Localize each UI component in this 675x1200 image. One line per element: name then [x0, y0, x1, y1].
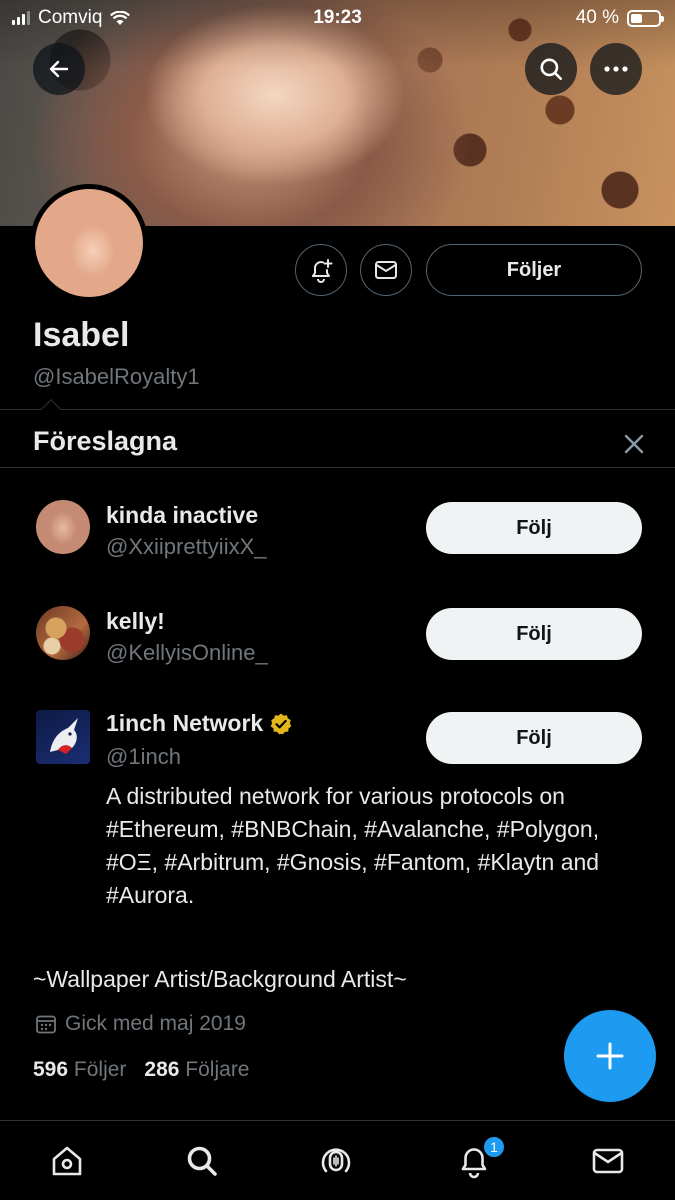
battery-icon: [627, 9, 664, 27]
spaces-microphone-icon: [321, 1148, 351, 1173]
following-label: Följer: [73, 1058, 127, 1081]
follow-button[interactable]: Följ: [426, 712, 642, 764]
suggestion-avatar[interactable]: [36, 606, 90, 660]
suggestion-bio: A distributed network for various protoc…: [106, 783, 600, 908]
joined-date: Gick med maj 2019: [35, 1012, 246, 1036]
close-icon[interactable]: [620, 430, 648, 458]
suggestion-caret: [41, 399, 61, 419]
followers-label: Följare: [185, 1058, 250, 1081]
joined-text: Gick med maj 2019: [65, 1012, 246, 1035]
suggestion-name[interactable]: kinda inactive: [106, 502, 258, 529]
search-button[interactable]: [525, 43, 577, 95]
suggestion-handle: @XxiiprettyiixX_: [106, 534, 267, 559]
profile-handle: @IsabelRoyalty1: [33, 364, 200, 389]
profile-bio: ~Wallpaper Artist/Background Artist~: [33, 966, 407, 992]
profile-name: Isabel: [33, 316, 130, 354]
tab-spaces[interactable]: [316, 1141, 356, 1181]
bell-plus-icon: [312, 259, 333, 283]
profile-avatar[interactable]: [30, 184, 148, 302]
message-button[interactable]: [360, 244, 412, 296]
back-button[interactable]: [33, 43, 85, 95]
battery-percent: 40 %: [575, 7, 619, 28]
suggestion-name[interactable]: 1inch Network: [106, 710, 263, 737]
calendar-icon: [36, 1015, 56, 1034]
home-icon: [52, 1146, 82, 1176]
followers-count: 286: [144, 1058, 180, 1081]
status-time: 19:23: [313, 7, 362, 28]
follow-counts: 596 Följer 286 Följare: [33, 1058, 250, 1082]
suggestion-avatar[interactable]: [36, 710, 90, 764]
more-button[interactable]: [590, 43, 642, 95]
arrow-left-icon: [49, 60, 69, 78]
compose-button[interactable]: [564, 1010, 656, 1102]
suggestion-handle: @1inch: [106, 744, 181, 769]
notification-badge: 1: [482, 1135, 506, 1159]
tab-bar: 1: [0, 1120, 675, 1200]
search-icon: [187, 1146, 217, 1176]
follow-button[interactable]: Följ: [426, 502, 642, 554]
following-count-link[interactable]: 596 Följer: [33, 1058, 126, 1082]
following-count: 596: [33, 1058, 69, 1081]
follow-button[interactable]: Följ: [426, 608, 642, 660]
search-icon: [540, 58, 563, 81]
suggestion-name-row[interactable]: 1inch Network: [106, 710, 293, 737]
notify-button[interactable]: [295, 244, 347, 296]
verified-badge-icon: [270, 713, 292, 734]
more-dots-icon: [604, 66, 628, 72]
following-button[interactable]: Följer: [426, 244, 642, 296]
plus-icon: [596, 1042, 624, 1070]
tab-messages[interactable]: [588, 1141, 628, 1181]
unicorn-logo-icon: [50, 718, 78, 754]
suggestion-name[interactable]: kelly!: [106, 608, 165, 635]
envelope-icon: [375, 261, 397, 279]
divider: [0, 409, 675, 410]
followers-count-link[interactable]: 286 Följare: [144, 1058, 249, 1082]
envelope-icon: [592, 1148, 624, 1174]
suggestion-handle: @KellyisOnline_: [106, 640, 268, 665]
tab-home[interactable]: [47, 1141, 87, 1181]
suggested-title: Föreslagna: [33, 426, 178, 456]
suggestion-avatar[interactable]: [36, 500, 90, 554]
tab-search[interactable]: [182, 1141, 222, 1181]
status-bar: Comviq 19:23 40 %: [0, 0, 675, 36]
divider: [0, 467, 675, 468]
